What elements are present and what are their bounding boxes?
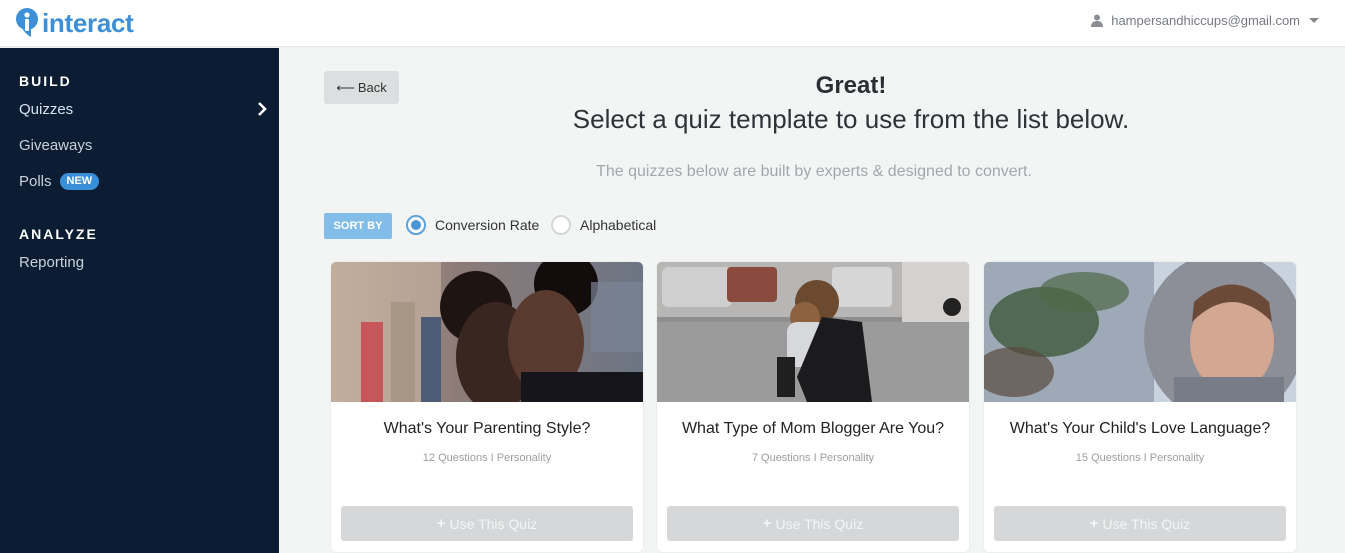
radio-checked-icon[interactable] — [406, 215, 426, 235]
button-label: Use This Quiz — [449, 515, 538, 532]
sidebar-item-label: Polls — [19, 173, 52, 190]
sidebar-item-polls[interactable]: Polls NEW — [19, 173, 274, 190]
card-meta: 15 Questions I Personality — [1075, 452, 1205, 464]
radio-label: Alphabetical — [580, 217, 657, 233]
button-label: Use This Quiz — [775, 515, 864, 532]
plus-icon: + — [762, 515, 772, 532]
brand-name: interact — [42, 8, 134, 38]
quiz-card: What Type of Mom Blogger Are You? 7 Ques… — [657, 262, 969, 552]
plus-icon: + — [436, 515, 446, 532]
mother-daughter-photo — [331, 262, 643, 402]
radio-unchecked-icon[interactable] — [551, 215, 571, 235]
sidebar-heading-analyze: ANALYZE — [19, 226, 98, 242]
mom-holding-child-photo — [657, 262, 969, 402]
card-image-parenting-style — [331, 262, 643, 402]
card-title: What's Your Child's Love Language? — [1009, 420, 1271, 437]
sort-alphabetical-radio[interactable]: Alphabetical — [551, 215, 656, 235]
plus-icon: + — [1089, 515, 1099, 532]
card-image-love-language — [984, 262, 1296, 402]
back-button[interactable]: ⟵ Back — [324, 71, 399, 104]
user-email: hampersandhiccups@gmail.com — [1111, 13, 1300, 28]
use-this-quiz-button[interactable]: + Use This Quiz — [994, 506, 1286, 541]
card-image-mom-blogger — [657, 262, 969, 402]
new-badge: NEW — [59, 173, 100, 190]
user-icon — [1091, 14, 1104, 27]
sidebar-item-quizzes[interactable]: Quizzes — [19, 101, 274, 118]
sidebar: BUILD Quizzes Giveaways Polls NEW ANALYZ… — [0, 48, 279, 553]
quiz-card: What's Your Parenting Style? 12 Question… — [331, 262, 643, 552]
use-this-quiz-button[interactable]: + Use This Quiz — [667, 506, 959, 541]
sidebar-item-giveaways[interactable]: Giveaways — [19, 137, 274, 154]
use-this-quiz-button[interactable]: + Use This Quiz — [341, 506, 633, 541]
card-title: What Type of Mom Blogger Are You? — [681, 420, 945, 437]
button-label: Use This Quiz — [1102, 515, 1191, 532]
user-menu[interactable]: hampersandhiccups@gmail.com — [1091, 13, 1319, 28]
arrow-left-icon: ⟵ — [336, 79, 355, 95]
quiz-card: What's Your Child's Love Language? 15 Qu… — [984, 262, 1296, 552]
caret-down-icon[interactable] — [1309, 18, 1319, 23]
page-note: The quizzes below are built by experts &… — [596, 163, 1032, 180]
page-subtitle: Select a quiz template to use from the l… — [572, 104, 1130, 134]
top-bar: interact hampersandhiccups@gmail.com — [0, 0, 1345, 47]
radio-label: Conversion Rate — [435, 217, 540, 233]
logo-icon — [16, 8, 38, 37]
sidebar-item-label: Reporting — [19, 254, 85, 271]
card-meta: 12 Questions I Personality — [422, 452, 552, 464]
back-label: Back — [357, 80, 387, 95]
chevron-right-icon — [258, 102, 267, 116]
sort-by-label: SORT BY — [324, 213, 392, 239]
card-meta: 7 Questions I Personality — [751, 452, 875, 464]
sidebar-item-reporting[interactable]: Reporting — [19, 254, 274, 271]
child-in-snow-photo — [984, 262, 1296, 402]
sidebar-item-label: Quizzes — [19, 101, 74, 118]
sidebar-heading-build: BUILD — [19, 73, 72, 89]
sidebar-item-label: Giveaways — [19, 137, 93, 154]
page-title: Great! — [815, 72, 887, 99]
interact-logo[interactable]: interact — [14, 8, 134, 38]
sort-conversion-rate-radio[interactable]: Conversion Rate — [406, 215, 539, 235]
card-title: What's Your Parenting Style? — [383, 420, 591, 437]
